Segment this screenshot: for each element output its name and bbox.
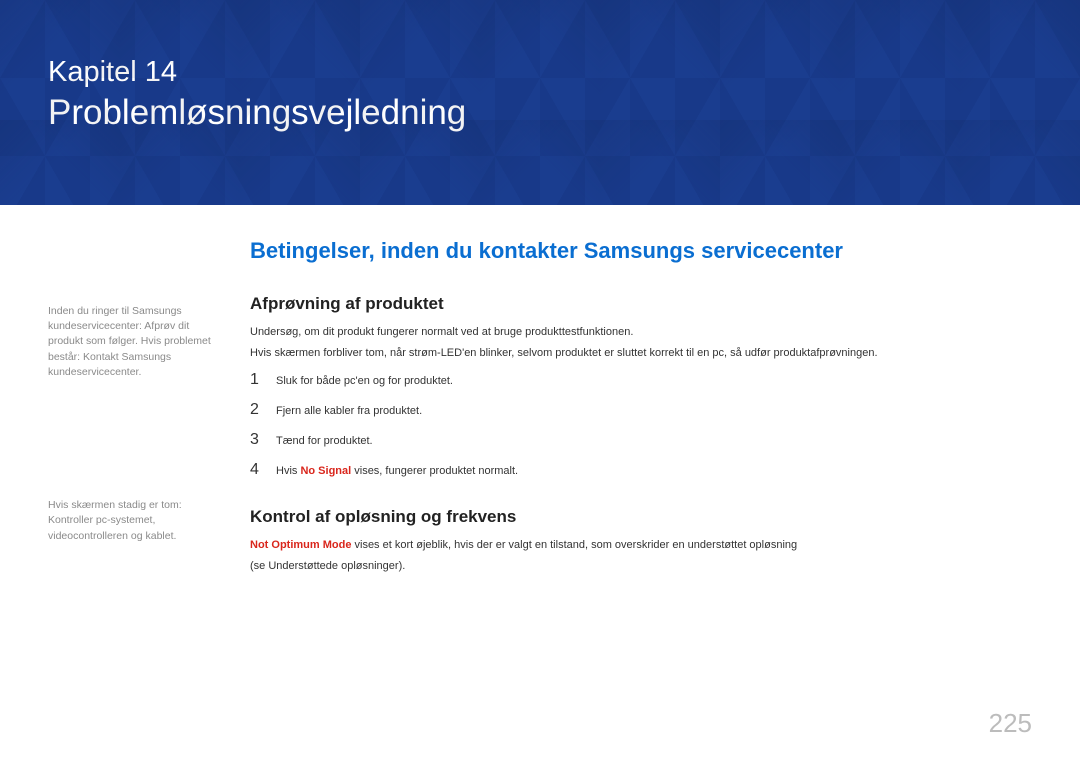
side-note: Hvis skærmen stadig er tom: Kontroller p… bbox=[48, 498, 224, 544]
step-number: 1 bbox=[250, 371, 262, 389]
document-page: Kapitel 14 Problemløsningsvejledning Bet… bbox=[0, 0, 1080, 763]
body-paragraph: (se Understøttede opløsninger). bbox=[250, 558, 1032, 575]
subsection-heading: Afprøvning af produktet bbox=[250, 294, 1032, 314]
highlighted-term: No Signal bbox=[300, 465, 351, 477]
step-item: 4 Hvis No Signal vises, fungerer produkt… bbox=[250, 461, 1032, 479]
highlighted-term: Not Optimum Mode bbox=[250, 539, 351, 551]
step-number: 2 bbox=[250, 401, 262, 419]
main-column: Afprøvning af produktet Undersøg, om dit… bbox=[250, 294, 1032, 578]
chapter-banner: Kapitel 14 Problemløsningsvejledning bbox=[0, 0, 1080, 205]
step-item: 1 Sluk for både pc'en og for produktet. bbox=[250, 371, 1032, 389]
page-content: Betingelser, inden du kontakter Samsungs… bbox=[0, 205, 1080, 578]
chapter-title: Problemløsningsvejledning bbox=[48, 92, 1032, 134]
body-text-part: vises et kort øjeblik, hvis der er valgt… bbox=[351, 539, 797, 551]
side-column: Inden du ringer til Samsungs kundeservic… bbox=[48, 294, 224, 578]
two-column-layout: Inden du ringer til Samsungs kundeservic… bbox=[48, 294, 1032, 578]
step-text-part: vises, fungerer produktet normalt. bbox=[351, 465, 518, 477]
numbered-steps: 1 Sluk for både pc'en og for produktet. … bbox=[250, 371, 1032, 479]
body-paragraph: Undersøg, om dit produkt fungerer normal… bbox=[250, 324, 1032, 341]
step-item: 2 Fjern alle kabler fra produktet. bbox=[250, 401, 1032, 419]
step-text-part: Hvis bbox=[276, 465, 300, 477]
step-number: 3 bbox=[250, 431, 262, 449]
step-item: 3 Tænd for produktet. bbox=[250, 431, 1032, 449]
side-note: Inden du ringer til Samsungs kundeservic… bbox=[48, 304, 224, 380]
body-paragraph: Hvis skærmen forbliver tom, når strøm-LE… bbox=[250, 345, 1032, 362]
step-text: Hvis No Signal vises, fungerer produktet… bbox=[276, 465, 518, 477]
step-text: Sluk for både pc'en og for produktet. bbox=[276, 375, 453, 387]
step-text: Fjern alle kabler fra produktet. bbox=[276, 405, 422, 417]
subsection-heading: Kontrol af opløsning og frekvens bbox=[250, 507, 1032, 527]
page-number: 225 bbox=[989, 708, 1032, 739]
section-heading: Betingelser, inden du kontakter Samsungs… bbox=[250, 238, 1032, 264]
body-paragraph: Not Optimum Mode vises et kort øjeblik, … bbox=[250, 537, 1032, 554]
step-number: 4 bbox=[250, 461, 262, 479]
step-text: Tænd for produktet. bbox=[276, 435, 373, 447]
chapter-number: Kapitel 14 bbox=[48, 55, 1032, 90]
